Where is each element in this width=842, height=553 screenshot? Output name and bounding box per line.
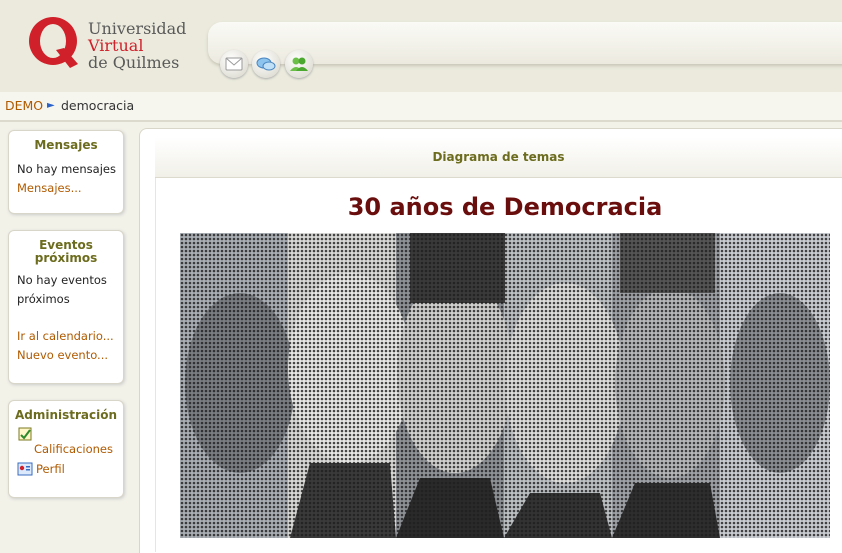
mail-button[interactable] xyxy=(220,50,248,78)
chat-icon xyxy=(256,57,276,71)
events-empty-text-line-1: No hay eventos xyxy=(17,273,107,287)
messages-block-title: Mensajes xyxy=(34,138,98,152)
events-block-title: Eventos próximos xyxy=(9,231,123,265)
topic-diagram-header: Diagrama de temas xyxy=(155,137,842,178)
profile-icon xyxy=(17,462,33,476)
mail-icon xyxy=(225,57,243,71)
new-event-link[interactable]: Nuevo evento... xyxy=(9,346,123,365)
profile-item[interactable]: Perfil xyxy=(9,460,123,480)
breadcrumb: DEMO ► democracia xyxy=(0,92,842,122)
uvq-logo-icon[interactable] xyxy=(26,14,82,70)
breadcrumb-separator-icon: ► xyxy=(47,100,55,111)
logo-line-2: Virtual xyxy=(88,36,144,55)
calendar-link[interactable]: Ir al calendario... xyxy=(9,309,123,346)
grades-link[interactable]: Calificaciones xyxy=(34,442,113,456)
events-title-line-2: próximos xyxy=(34,251,98,265)
messages-link[interactable]: Mensajes... xyxy=(9,179,123,198)
halftone-portraits-image xyxy=(180,233,830,538)
events-empty-text-line-2: próximos xyxy=(17,292,70,306)
users-button[interactable] xyxy=(285,50,313,78)
democracy-presidents-photo xyxy=(180,233,830,538)
logo-line-3: de Quilmes xyxy=(88,53,180,72)
site-header: Universidad Virtual de Quilmes xyxy=(0,0,842,92)
section-title: 30 años de Democracia xyxy=(347,193,663,221)
administration-block-title: Administración xyxy=(14,408,118,422)
upcoming-events-block: Eventos próximos No hay eventos próximos… xyxy=(8,230,124,384)
messages-block: Mensajes No hay mensajes Mensajes... xyxy=(8,130,124,214)
logo-line-1: Universidad xyxy=(88,19,187,38)
breadcrumb-home-link[interactable]: DEMO xyxy=(5,92,43,120)
logo-text: Universidad Virtual de Quilmes xyxy=(88,20,186,71)
users-icon xyxy=(290,57,308,71)
profile-link[interactable]: Perfil xyxy=(36,462,65,476)
messages-empty-text: No hay mensajes xyxy=(17,162,116,176)
grades-icon xyxy=(18,427,32,441)
administration-block: Administración Calificaciones Perfil xyxy=(8,400,124,498)
chat-button[interactable] xyxy=(252,50,280,78)
breadcrumb-current: democracia xyxy=(61,98,135,113)
grades-item[interactable]: Calificaciones xyxy=(9,422,123,460)
